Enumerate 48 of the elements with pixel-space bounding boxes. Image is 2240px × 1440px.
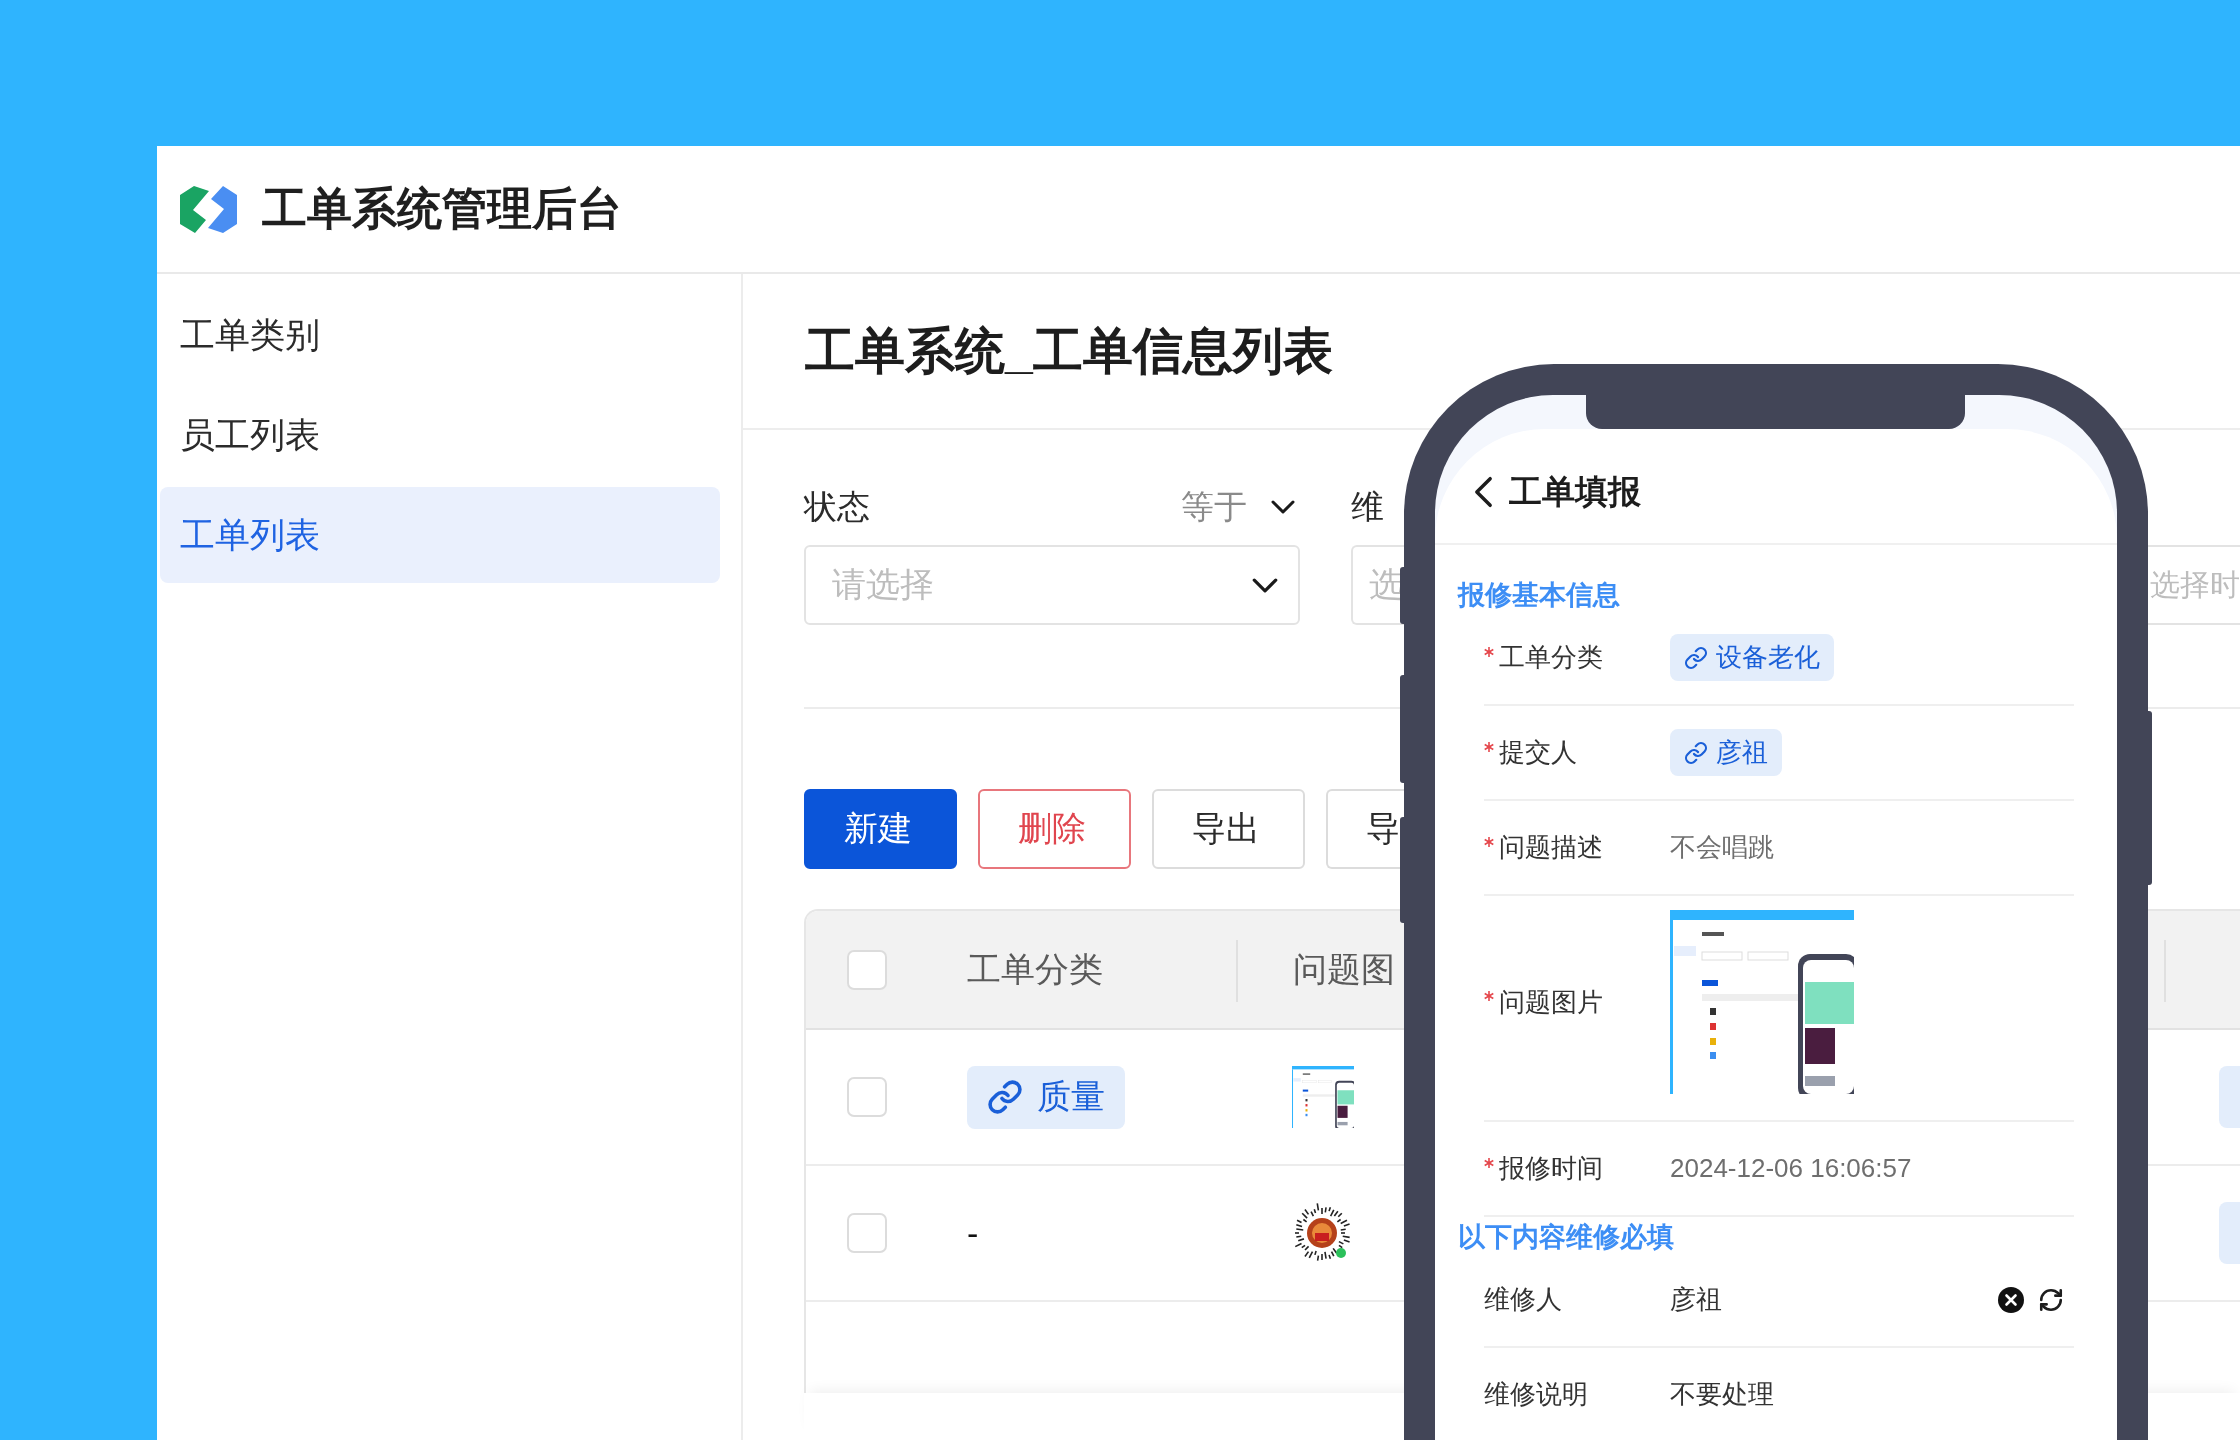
field-value: 不要处理 (1670, 1378, 1775, 1411)
section-title: 报修基本信息 (1458, 579, 1620, 611)
value-tag: 彦祖 (1670, 729, 1782, 776)
sidebar-item[interactable]: 工单列表 (160, 487, 720, 583)
sidebar-item[interactable]: 工单类别 (160, 287, 720, 383)
field-value: 2024-12-06 16:06:57 (1670, 1153, 1913, 1184)
qr-code-drawing (1292, 1203, 1352, 1263)
refresh-icon[interactable] (2038, 1286, 2064, 1313)
chevron-down-icon (1252, 577, 1278, 593)
clear-icon[interactable] (1998, 1286, 2024, 1313)
back-icon[interactable] (1474, 476, 1493, 508)
field-label: 维修人 (1484, 1283, 1562, 1316)
field-label: 报修时间 (1499, 1152, 1603, 1185)
filter-label: 维 (1351, 487, 1384, 527)
delete-button[interactable]: 删除 (978, 789, 1131, 869)
new-button[interactable]: 新建 (804, 789, 957, 869)
chevron-down-icon (1271, 500, 1295, 514)
section-title: 以下内容维修必填 (1458, 1221, 1674, 1253)
checkbox[interactable] (847, 1077, 887, 1117)
field-value: 不会唱跳 (1670, 831, 1775, 864)
filter-label: 状态 (804, 487, 870, 527)
screenshot-drawing (1292, 1066, 1354, 1128)
checkbox[interactable] (847, 1213, 887, 1253)
link-icon (1684, 740, 1708, 765)
field-value: 彦祖 (1670, 1283, 1722, 1316)
value-tag: 设备老化 (1670, 634, 1834, 681)
logo-icon (180, 185, 237, 233)
category-tag: 质量 (967, 1065, 1125, 1129)
column-header: 问题图 (1293, 948, 1395, 990)
tag-background (2219, 1202, 2240, 1264)
checkbox[interactable] (847, 949, 887, 990)
toolbar-button[interactable]: 导 (1326, 789, 1404, 869)
field-label: 工单分类 (1499, 641, 1603, 674)
operator-select[interactable]: 等于 (1181, 484, 1300, 530)
column-header: 工单分类 (967, 948, 1103, 990)
sidebar-item[interactable]: 员工列表 (160, 387, 720, 483)
link-icon (987, 1079, 1023, 1115)
toolbar-button[interactable]: 导出 (1152, 789, 1305, 869)
table-cell: - (967, 1213, 979, 1253)
link-icon (1684, 645, 1708, 670)
field-label: 提交人 (1499, 736, 1577, 769)
tag-background (2219, 1066, 2240, 1128)
field-label: 问题描述 (1499, 831, 1603, 864)
field-label: 问题图片 (1499, 985, 1603, 1019)
app-title: 工单系统管理后台 (262, 182, 622, 236)
form-title: 工单填报 (1509, 471, 1641, 512)
page-title: 工单系统_工单信息列表 (805, 321, 1333, 381)
field-label: 维修说明 (1484, 1378, 1588, 1411)
